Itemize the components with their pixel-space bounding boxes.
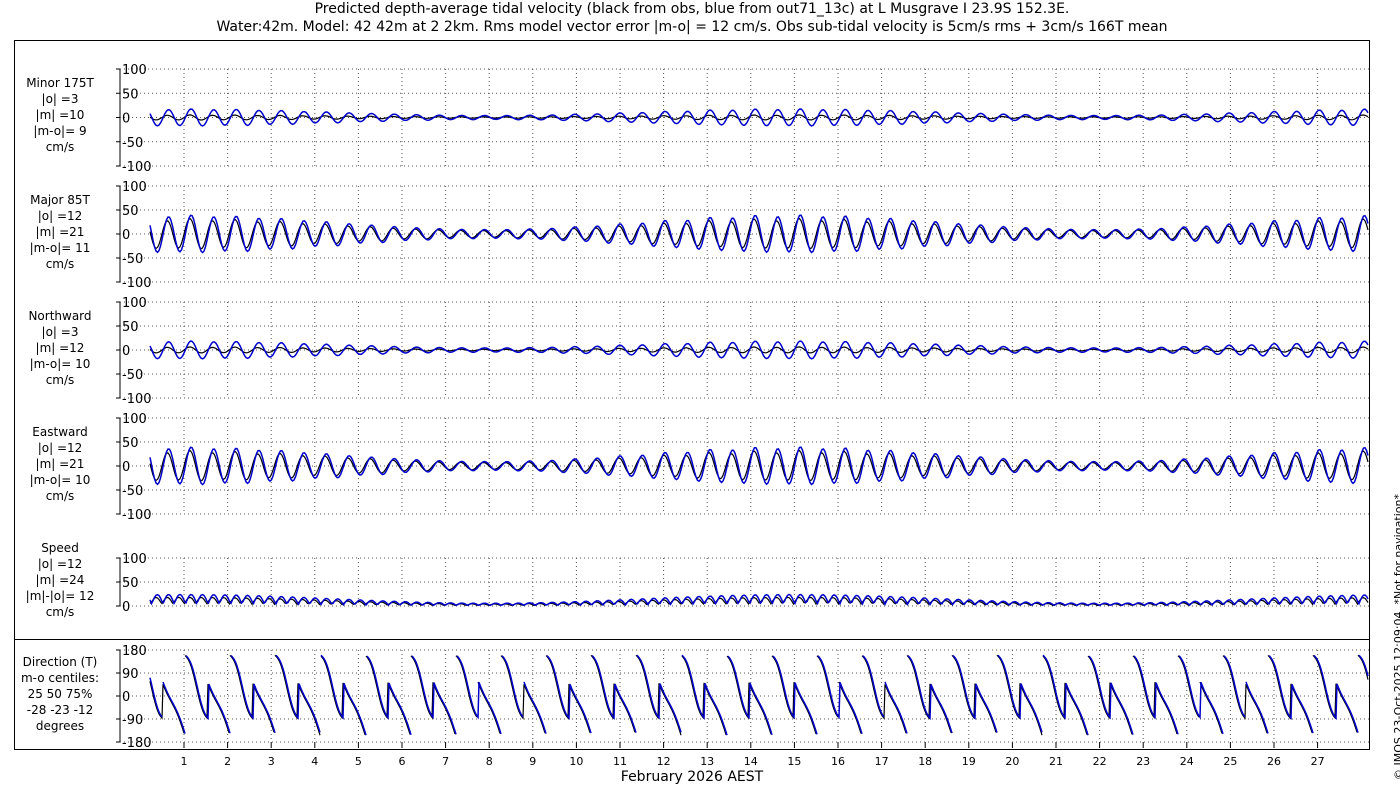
minor-y-tick-label: -50 [122, 136, 143, 151]
x-tick-label: 2 [224, 755, 231, 768]
x-tick-label: 8 [486, 755, 493, 768]
x-tick-label: 19 [962, 755, 976, 768]
x-tick-label: 20 [1005, 755, 1019, 768]
tidal-velocity-chart: 1 2 3 4 5 6 7 8 9 10 11 12 13 14 15 16 17 18 19 20 21 22 23 24 2… [116, 63, 1370, 768]
northward-y-tick-label: 0 [122, 344, 130, 359]
x-tick-label: 16 [831, 755, 845, 768]
speed-y-tick-label: 50 [122, 576, 139, 591]
eastward-y-tick-label: -50 [122, 484, 143, 499]
minor-y-tick-label: -100 [122, 160, 152, 175]
x-tick-label: 25 [1223, 755, 1237, 768]
x-tick-label: 21 [1049, 755, 1063, 768]
major-y-tick-label: 100 [122, 180, 147, 195]
x-tick-label: 22 [1093, 755, 1107, 768]
x-tick-label: 26 [1267, 755, 1281, 768]
eastward-model-line [149, 446, 1369, 486]
x-tick-label: 3 [268, 755, 275, 768]
eastward-y-tick-label: 0 [122, 460, 130, 475]
direction-y-tick-label: 180 [122, 644, 147, 659]
x-tick-label: 11 [613, 755, 627, 768]
x-tick-label: 10 [569, 755, 583, 768]
minor-y-tick-label: 50 [122, 87, 139, 102]
x-tick-label: 15 [787, 755, 801, 768]
direction-model-line [149, 654, 1369, 736]
major-y-tick-label: 0 [122, 228, 130, 243]
direction-y-tick-label: -90 [122, 713, 143, 728]
major-y-tick-label: 50 [122, 204, 139, 219]
minor-y-tick-label: 100 [122, 63, 147, 78]
direction-y-tick-label: 90 [122, 667, 139, 682]
x-tick-label: 24 [1180, 755, 1194, 768]
x-tick-label: 12 [657, 755, 671, 768]
x-tick-label: 18 [918, 755, 932, 768]
x-tick-label: 6 [399, 755, 406, 768]
northward-y-tick-label: -100 [122, 392, 152, 407]
northward-y-tick-label: 100 [122, 296, 147, 311]
major-y-tick-label: -100 [122, 276, 152, 291]
northward-y-tick-label: 50 [122, 320, 139, 335]
x-tick-label: 14 [744, 755, 758, 768]
eastward-y-tick-label: -100 [122, 508, 152, 523]
x-tick-label: 1 [181, 755, 188, 768]
direction-y-tick-label: -180 [122, 736, 152, 751]
copyright-notice: © IMOS 23-Oct-2025 12:09:04. *Not for na… [1392, 494, 1400, 780]
eastward-y-tick-label: 100 [122, 412, 147, 427]
x-tick-label: 27 [1311, 755, 1325, 768]
x-tick-label: 5 [355, 755, 362, 768]
x-axis-label: February 2026 AEST [620, 769, 764, 785]
x-tick-label: 13 [700, 755, 714, 768]
eastward-y-tick-label: 50 [122, 436, 139, 451]
northward-y-tick-label: -50 [122, 368, 143, 383]
major-y-tick-label: -50 [122, 252, 143, 267]
speed-y-tick-label: 100 [122, 552, 147, 567]
speed-y-tick-label: 0 [122, 600, 130, 615]
minor-y-tick-label: 0 [122, 112, 130, 127]
direction-y-tick-label: 0 [122, 690, 130, 705]
x-tick-label: 4 [311, 755, 318, 768]
x-tick-label: 9 [529, 755, 536, 768]
x-tick-label: 17 [875, 755, 889, 768]
x-tick-label: 23 [1136, 755, 1150, 768]
x-tick-label: 7 [442, 755, 449, 768]
major-model-line [149, 214, 1369, 254]
